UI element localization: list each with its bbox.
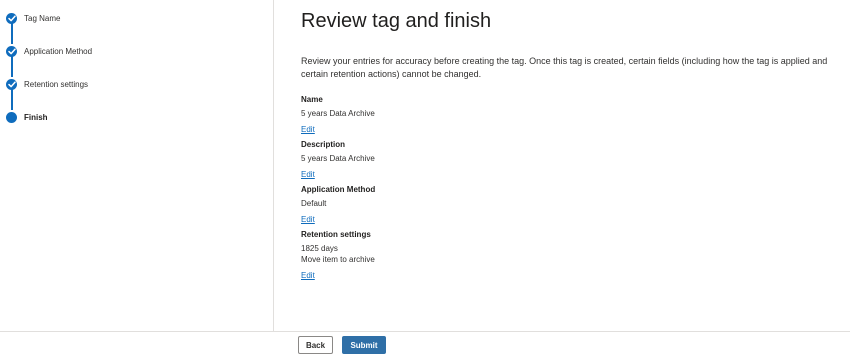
step-retention-settings[interactable]: Retention settings — [6, 76, 88, 92]
back-button[interactable]: Back — [298, 336, 333, 354]
intro-text: Review your entries for accuracy before … — [301, 56, 828, 79]
page-title: Review tag and finish — [301, 10, 492, 32]
section-heading: Retention settings — [301, 230, 371, 239]
step-label: Tag Name — [24, 13, 61, 23]
checkmark-icon — [6, 78, 17, 90]
edit-application-method-link[interactable]: Edit — [301, 214, 315, 225]
section-value: Move item to archive — [301, 255, 375, 264]
section-heading: Name — [301, 95, 323, 104]
checkmark-icon — [6, 12, 17, 24]
section-heading: Description — [301, 140, 346, 149]
submit-button[interactable]: Submit — [342, 336, 386, 354]
step-connector — [11, 23, 13, 44]
section-value: Default — [301, 199, 327, 208]
section-value: 5 years Data Archive — [301, 154, 375, 163]
section-heading: Application Method — [301, 185, 376, 194]
review-section-retention-settings: Retention settings 1825 days Move item t… — [301, 229, 801, 283]
step-finish[interactable]: Finish — [6, 109, 48, 125]
step-label: Retention settings — [24, 79, 89, 89]
checkmark-icon — [6, 45, 17, 57]
step-label: Application Method — [24, 46, 93, 56]
edit-description-link[interactable]: Edit — [301, 169, 315, 180]
step-application-method[interactable]: Application Method — [6, 43, 92, 59]
step-tag-name[interactable]: Tag Name — [6, 10, 60, 26]
step-connector — [11, 56, 13, 77]
review-panel: Review tag and finish Review your entrie… — [274, 0, 850, 331]
step-label: Finish — [24, 112, 48, 122]
section-value: 5 years Data Archive — [301, 109, 375, 118]
step-connector — [11, 89, 13, 110]
review-section-application-method: Application Method Default Edit — [301, 184, 801, 227]
edit-name-link[interactable]: Edit — [301, 124, 315, 135]
review-section-description: Description 5 years Data Archive Edit — [301, 139, 801, 182]
wizard: Tag Name Application Method Retention se… — [0, 0, 850, 331]
section-value: 1825 days — [301, 244, 338, 253]
current-step-dot-icon — [6, 111, 17, 123]
step-navigation: Tag Name Application Method Retention se… — [0, 0, 274, 331]
wizard-footer: Back Submit — [0, 331, 850, 360]
edit-retention-settings-link[interactable]: Edit — [301, 270, 315, 281]
review-section-name: Name 5 years Data Archive Edit — [301, 94, 801, 137]
